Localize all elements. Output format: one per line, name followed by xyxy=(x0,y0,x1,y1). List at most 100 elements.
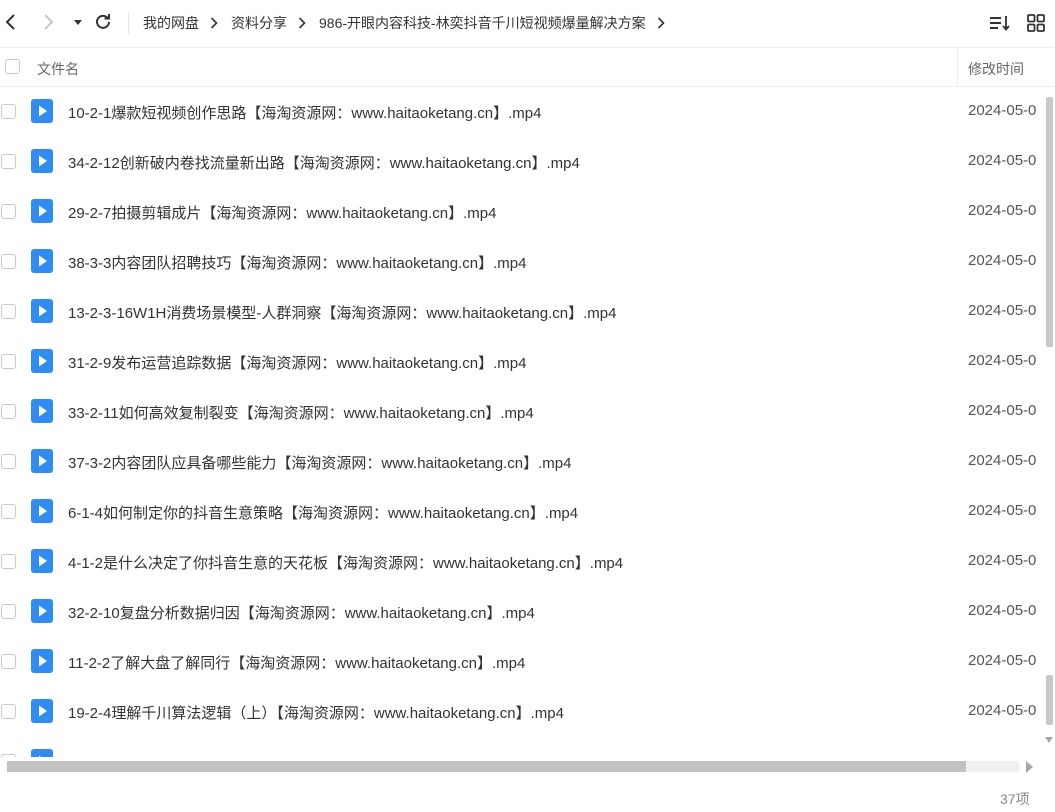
file-name[interactable]: 4-1-2是什么决定了你抖音生意的天花板【海淘资源网：www.haitaoket… xyxy=(68,552,623,573)
row-checkbox[interactable] xyxy=(1,604,16,619)
toolbar: 我的网盘 资料分享 986-开眼内容科技-林奕抖音千川短视频爆量解决方案 xyxy=(0,0,1055,46)
file-modified: 2024-05-0 xyxy=(968,202,1037,219)
horizontal-scroll-thumb[interactable] xyxy=(7,761,966,772)
file-name[interactable]: 11-2-2了解大盘了解同行【海淘资源网：www.haitaoketang.cn… xyxy=(68,652,525,673)
row-checkbox[interactable] xyxy=(1,104,16,119)
history-dropdown-button[interactable] xyxy=(68,12,88,32)
file-row[interactable]: 4-1-2是什么决定了你抖音生意的天花板【海淘资源网：www.haitaoket… xyxy=(0,537,1043,587)
sort-button[interactable] xyxy=(989,12,1011,34)
file-modified: 2024-05-0 xyxy=(968,352,1037,369)
scroll-right-arrow-icon[interactable] xyxy=(1026,761,1033,773)
file-row[interactable]: 29-2-7拍摄剪辑成片【海淘资源网：www.haitaoketang.cn】.… xyxy=(0,187,1043,237)
file-row-partial[interactable] xyxy=(0,737,1043,757)
grid-view-icon xyxy=(1027,14,1045,32)
chevron-right-icon xyxy=(298,17,308,29)
grid-view-button[interactable] xyxy=(1025,12,1047,34)
scroll-down-arrow-icon[interactable] xyxy=(1045,737,1053,743)
row-checkbox[interactable] xyxy=(1,404,16,419)
file-row[interactable]: 38-3-3内容团队招聘技巧【海淘资源网：www.haitaoketang.cn… xyxy=(0,237,1043,287)
file-modified: 2024-05-0 xyxy=(968,252,1037,269)
video-file-icon xyxy=(31,749,53,757)
column-header: 文件名 修改时间 xyxy=(0,47,1055,87)
vertical-scroll-thumb[interactable] xyxy=(1046,97,1053,347)
file-name[interactable]: 37-3-2内容团队应具备哪些能力【海淘资源网：www.haitaoketang… xyxy=(68,452,571,473)
breadcrumb-item[interactable]: 986-开眼内容科技-林奕抖音千川短视频爆量解决方案 xyxy=(319,13,646,33)
file-modified: 2024-05-0 xyxy=(968,502,1037,519)
refresh-button[interactable] xyxy=(93,12,113,32)
file-modified: 2024-05-0 xyxy=(968,702,1037,719)
breadcrumb-item[interactable]: 我的网盘 xyxy=(143,13,199,33)
file-name[interactable]: 10-2-1爆款短视频创作思路【海淘资源网：www.haitaoketang.c… xyxy=(68,102,541,123)
toolbar-divider xyxy=(128,12,129,34)
row-checkbox[interactable] xyxy=(1,554,16,569)
video-file-icon xyxy=(31,699,53,723)
file-modified: 2024-05-0 xyxy=(968,102,1037,119)
column-divider[interactable] xyxy=(957,48,958,86)
row-checkbox[interactable] xyxy=(1,354,16,369)
file-row[interactable]: 31-2-9发布运营追踪数据【海淘资源网：www.haitaoketang.cn… xyxy=(0,337,1043,387)
row-checkbox[interactable] xyxy=(1,204,16,219)
file-row[interactable]: 32-2-10复盘分析数据归因【海淘资源网：www.haitaoketang.c… xyxy=(0,587,1043,637)
file-row[interactable]: 33-2-11如何高效复制裂变【海淘资源网：www.haitaoketang.c… xyxy=(0,387,1043,437)
video-file-icon xyxy=(31,449,53,473)
row-checkbox[interactable] xyxy=(1,154,16,169)
video-file-icon xyxy=(31,349,53,373)
file-row[interactable]: 11-2-2了解大盘了解同行【海淘资源网：www.haitaoketang.cn… xyxy=(0,637,1043,687)
row-checkbox[interactable] xyxy=(1,454,16,469)
breadcrumb-item[interactable]: 资料分享 xyxy=(231,13,287,33)
file-modified: 2024-05-0 xyxy=(968,152,1037,169)
video-file-icon xyxy=(31,549,53,573)
file-name[interactable]: 19-2-4理解千川算法逻辑（上）【海淘资源网：www.haitaoketang… xyxy=(68,702,564,723)
file-row[interactable]: 10-2-1爆款短视频创作思路【海淘资源网：www.haitaoketang.c… xyxy=(0,87,1043,137)
file-name[interactable]: 13-2-3-16W1H消费场景模型-人群洞察【海淘资源网：www.haitao… xyxy=(68,302,616,323)
vertical-scroll-track-mark xyxy=(1046,675,1053,725)
file-row[interactable]: 6-1-4如何制定你的抖音生意策略【海淘资源网：www.haitaoketang… xyxy=(0,487,1043,537)
file-modified: 2024-05-0 xyxy=(968,402,1037,419)
row-checkbox[interactable] xyxy=(1,504,16,519)
forward-button[interactable] xyxy=(38,12,58,32)
file-row[interactable]: 19-2-4理解千川算法逻辑（上）【海淘资源网：www.haitaoketang… xyxy=(0,687,1043,737)
video-file-icon xyxy=(31,299,53,323)
file-row[interactable]: 13-2-3-16W1H消费场景模型-人群洞察【海淘资源网：www.haitao… xyxy=(0,287,1043,337)
file-modified: 2024-05-0 xyxy=(968,602,1037,619)
refresh-icon xyxy=(96,14,110,29)
chevron-right-icon xyxy=(657,17,667,29)
horizontal-scrollbar[interactable] xyxy=(0,757,1043,777)
video-file-icon xyxy=(31,199,53,223)
video-file-icon xyxy=(31,649,53,673)
sort-list-icon xyxy=(990,16,1010,31)
row-checkbox[interactable] xyxy=(1,654,16,669)
file-row[interactable]: 37-3-2内容团队应具备哪些能力【海淘资源网：www.haitaoketang… xyxy=(0,437,1043,487)
file-name[interactable]: 38-3-3内容团队招聘技巧【海淘资源网：www.haitaoketang.cn… xyxy=(68,252,526,273)
chevron-left-icon xyxy=(5,14,15,30)
video-file-icon xyxy=(31,149,53,173)
file-row[interactable]: 34-2-12创新破内卷找流量新出路【海淘资源网：www.haitaoketan… xyxy=(0,137,1043,187)
file-list: 10-2-1爆款短视频创作思路【海淘资源网：www.haitaoketang.c… xyxy=(0,87,1043,757)
file-modified: 2024-05-0 xyxy=(968,652,1037,669)
file-modified: 2024-05-0 xyxy=(968,452,1037,469)
file-name[interactable]: 32-2-10复盘分析数据归因【海淘资源网：www.haitaoketang.c… xyxy=(68,602,535,623)
file-name[interactable]: 31-2-9发布运营追踪数据【海淘资源网：www.haitaoketang.cn… xyxy=(68,352,526,373)
row-checkbox[interactable] xyxy=(1,704,16,719)
row-checkbox[interactable] xyxy=(1,304,16,319)
video-file-icon xyxy=(31,599,53,623)
column-header-name[interactable]: 文件名 xyxy=(37,59,79,79)
chevron-right-icon xyxy=(210,17,220,29)
item-count: 37项 xyxy=(1000,791,1030,807)
file-name[interactable]: 6-1-4如何制定你的抖音生意策略【海淘资源网：www.haitaoketang… xyxy=(68,502,578,523)
file-modified: 2024-05-0 xyxy=(968,302,1037,319)
file-name[interactable]: 33-2-11如何高效复制裂变【海淘资源网：www.haitaoketang.c… xyxy=(68,402,534,423)
caret-down-icon xyxy=(74,20,82,25)
select-all-checkbox[interactable] xyxy=(5,59,20,74)
file-name[interactable]: 29-2-7拍摄剪辑成片【海淘资源网：www.haitaoketang.cn】.… xyxy=(68,202,496,223)
video-file-icon xyxy=(31,249,53,273)
chevron-right-icon xyxy=(44,14,54,30)
vertical-scrollbar[interactable] xyxy=(1043,87,1055,757)
file-name[interactable]: 34-2-12创新破内卷找流量新出路【海淘资源网：www.haitaoketan… xyxy=(68,152,580,173)
video-file-icon xyxy=(31,499,53,523)
back-button[interactable] xyxy=(1,12,21,32)
column-header-modified[interactable]: 修改时间 xyxy=(968,59,1024,79)
video-file-icon xyxy=(31,99,53,123)
video-file-icon xyxy=(31,399,53,423)
row-checkbox[interactable] xyxy=(1,254,16,269)
